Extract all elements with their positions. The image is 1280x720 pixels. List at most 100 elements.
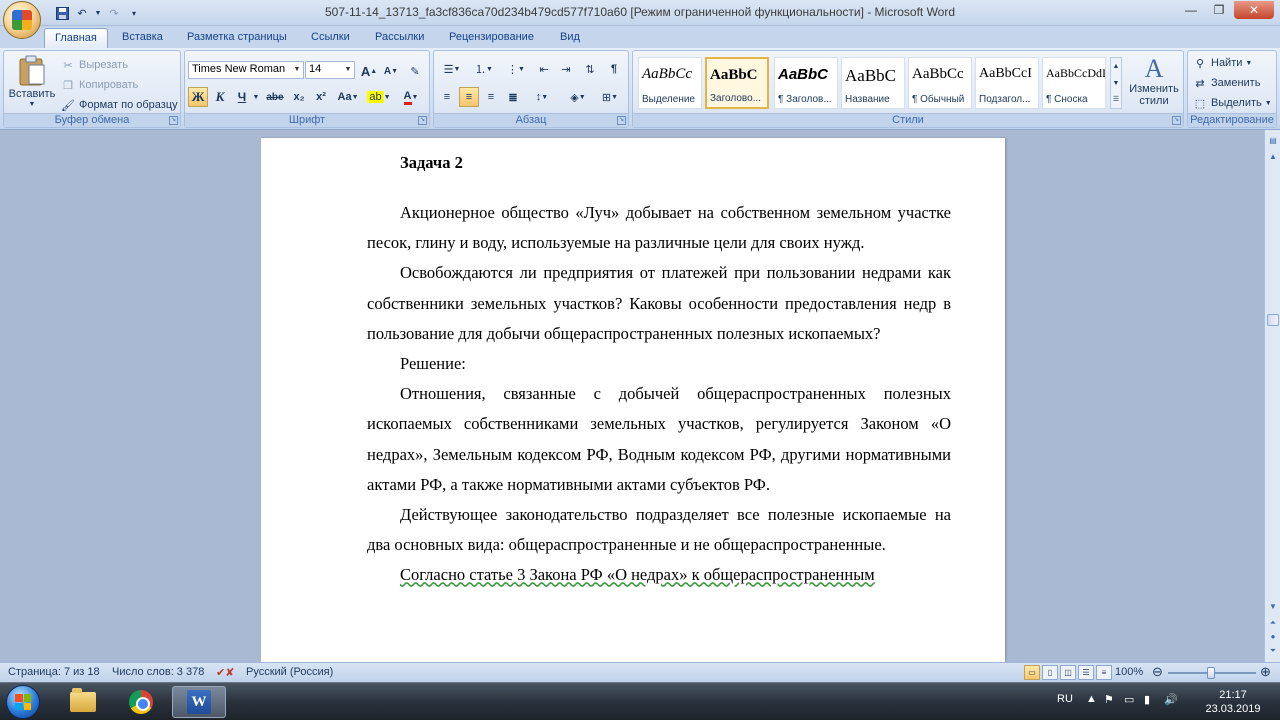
input-language[interactable]: RU xyxy=(1057,693,1073,705)
grow-font-button[interactable]: A ▲ xyxy=(359,61,379,81)
zoom-out-icon[interactable]: ⊖ xyxy=(1152,664,1163,680)
explorer-taskbar-button[interactable] xyxy=(56,686,110,718)
decrease-indent-icon[interactable]: ⇤ xyxy=(534,59,554,79)
font-color-button[interactable]: A ▼ xyxy=(397,87,425,107)
minimize-icon[interactable]: — xyxy=(1178,1,1204,19)
page-indicator[interactable]: Страница: 7 из 18 xyxy=(8,666,100,678)
redo-icon[interactable]: ↷ xyxy=(106,5,122,21)
language-indicator[interactable]: Русский (Россия) xyxy=(246,666,333,678)
word-taskbar-button[interactable]: W xyxy=(172,686,226,718)
style-tile[interactable]: AaBbC ¶ Заголов... xyxy=(774,57,838,109)
bold-button[interactable]: Ж xyxy=(188,87,208,107)
clear-formatting-icon[interactable]: ✎ xyxy=(405,61,425,81)
document-page[interactable]: Задача 2 Акционерное общество «Луч» добы… xyxy=(261,138,1005,662)
chrome-taskbar-button[interactable] xyxy=(114,686,168,718)
browse-object-icon[interactable]: ● xyxy=(1266,630,1280,644)
font-name-combo[interactable]: Times New Roman ▼ xyxy=(188,61,304,79)
sort-icon[interactable]: ⇅ xyxy=(580,59,600,79)
underline-button[interactable]: Ч xyxy=(232,87,252,107)
save-icon[interactable] xyxy=(54,5,70,21)
maximize-icon[interactable]: ❐ xyxy=(1206,1,1232,19)
gallery-more-icon[interactable]: ☰ xyxy=(1111,92,1121,108)
outline-icon[interactable]: ☰ xyxy=(1078,665,1094,680)
font-name-dropdown-icon[interactable]: ▼ xyxy=(291,62,303,78)
tab-view[interactable]: Вид xyxy=(550,28,590,48)
italic-button[interactable]: К xyxy=(210,87,230,107)
font-size-combo[interactable]: 14 ▼ xyxy=(305,61,355,79)
style-tile[interactable]: AaBbCc Выделение xyxy=(638,57,702,109)
paragraph-launcher-icon[interactable]: ↘ xyxy=(617,116,626,125)
gallery-up-icon[interactable]: ▲ xyxy=(1111,58,1121,75)
superscript-button[interactable]: x² xyxy=(311,87,331,107)
show-hidden-icons-icon[interactable]: ▲ xyxy=(1086,693,1097,705)
style-tile[interactable]: AaBbCcDdI ¶ Сноска xyxy=(1042,57,1106,109)
next-page-icon[interactable]: ⏷ xyxy=(1266,644,1280,658)
undo-icon[interactable]: ↶ xyxy=(74,5,90,21)
print-layout-icon[interactable]: ▭ xyxy=(1024,665,1040,680)
bullets-button[interactable]: ☰ ▼ xyxy=(437,59,467,79)
align-right-icon[interactable]: ≡ xyxy=(481,87,501,107)
page-content[interactable]: Задача 2 Акционерное общество «Луч» добы… xyxy=(367,148,951,591)
zoom-in-icon[interactable]: ⊕ xyxy=(1260,664,1271,680)
full-screen-reading-icon[interactable]: ▯ xyxy=(1042,665,1058,680)
tab-page-layout[interactable]: Разметка страницы xyxy=(177,28,297,48)
format-painter-button[interactable]: 🖌 Формат по образцу xyxy=(60,97,178,113)
scroll-thumb[interactable] xyxy=(1267,314,1279,326)
show-formatting-marks-icon[interactable]: ¶ xyxy=(604,59,624,79)
style-tile[interactable]: AaBbCc ¶ Обычный xyxy=(908,57,972,109)
style-tile[interactable]: AaBbCcI Подзагол... xyxy=(975,57,1039,109)
find-button[interactable]: ⚲ Найти ▼ xyxy=(1192,55,1252,71)
select-button[interactable]: ⬚ Выделить ▼ xyxy=(1192,95,1272,111)
underline-dropdown-icon[interactable]: ▼ xyxy=(251,87,261,107)
previous-page-icon[interactable]: ⏶ xyxy=(1266,616,1280,630)
change-styles-button[interactable]: A Изменить стили xyxy=(1126,55,1182,108)
tab-home[interactable]: Главная xyxy=(44,28,108,48)
draft-icon[interactable]: ≡ xyxy=(1096,665,1112,680)
customize-qat-icon[interactable]: ▾ xyxy=(126,5,142,21)
display-icon[interactable]: ▭ xyxy=(1124,693,1134,706)
scroll-down-icon[interactable]: ▼ xyxy=(1266,600,1280,614)
multilevel-list-button[interactable]: ⋮ ▼ xyxy=(501,59,531,79)
increase-indent-icon[interactable]: ⇥ xyxy=(556,59,576,79)
shrink-font-button[interactable]: A ▼ xyxy=(381,61,401,81)
network-icon[interactable]: ▮ xyxy=(1144,693,1150,706)
office-button[interactable] xyxy=(3,1,41,39)
word-count[interactable]: Число слов: 3 378 xyxy=(112,666,204,678)
tab-insert[interactable]: Вставка xyxy=(112,28,173,48)
numbering-button[interactable]: ⒈ ▼ xyxy=(469,59,499,79)
start-button[interactable] xyxy=(6,685,40,719)
copy-button[interactable]: ❐ Копировать xyxy=(60,77,138,93)
shading-button[interactable]: ◈ ▼ xyxy=(564,87,592,107)
subscript-button[interactable]: x₂ xyxy=(289,87,309,107)
cut-button[interactable]: ✂ Вырезать xyxy=(60,57,128,73)
vertical-scrollbar[interactable]: ▤ ▲ ▼ ⏶ ● ⏷ xyxy=(1264,130,1280,662)
close-icon[interactable]: ✕ xyxy=(1234,1,1274,19)
strikethrough-button[interactable]: abe xyxy=(265,87,285,107)
clock[interactable]: 21:17 23.03.2019 xyxy=(1202,688,1264,716)
justify-icon[interactable]: ≣ xyxy=(503,87,523,107)
font-launcher-icon[interactable]: ↘ xyxy=(418,116,427,125)
volume-icon[interactable]: 🔊 xyxy=(1164,693,1178,706)
tab-references[interactable]: Ссылки xyxy=(301,28,360,48)
line-spacing-button[interactable]: ↕ ▼ xyxy=(528,87,556,107)
style-tile[interactable]: AaBbC Заголово... xyxy=(705,57,769,109)
borders-button[interactable]: ⊞ ▼ xyxy=(596,87,624,107)
clipboard-launcher-icon[interactable]: ↘ xyxy=(169,116,178,125)
undo-dropdown-icon[interactable]: ▼ xyxy=(94,5,102,21)
action-center-icon[interactable]: ⚑ xyxy=(1104,693,1114,706)
style-tile[interactable]: AaBbC Название xyxy=(841,57,905,109)
scroll-up-icon[interactable]: ▲ xyxy=(1266,150,1280,164)
tab-review[interactable]: Рецензирование xyxy=(439,28,544,48)
align-left-icon[interactable]: ≡ xyxy=(437,87,457,107)
web-layout-icon[interactable]: ◫ xyxy=(1060,665,1076,680)
zoom-level[interactable]: 100% xyxy=(1115,666,1143,678)
change-case-button[interactable]: Aa ▼ xyxy=(335,87,361,107)
paste-button[interactable]: Вставить ▼ xyxy=(8,55,56,108)
gallery-down-icon[interactable]: ▼ xyxy=(1111,75,1121,92)
font-size-dropdown-icon[interactable]: ▼ xyxy=(342,62,354,78)
styles-launcher-icon[interactable]: ↘ xyxy=(1172,116,1181,125)
align-center-icon[interactable]: ≡ xyxy=(459,87,479,107)
view-ruler-icon[interactable]: ▤ xyxy=(1266,134,1280,148)
replace-button[interactable]: ⇄ Заменить xyxy=(1192,75,1260,91)
zoom-slider-knob[interactable] xyxy=(1207,667,1215,679)
